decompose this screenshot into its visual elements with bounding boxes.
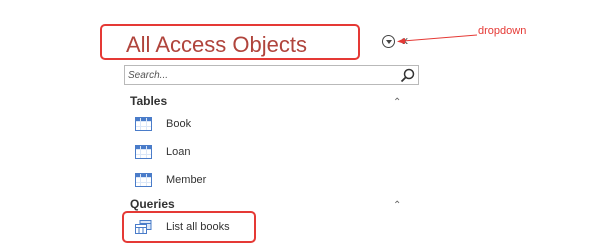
collapse-group-queries-icon[interactable]: ⌃ [393, 200, 401, 212]
search-box [124, 65, 419, 85]
table-icon [135, 173, 152, 187]
title-highlight-box [100, 24, 360, 60]
group-header-queries[interactable]: Queries [130, 197, 175, 211]
annotation-label: dropdown [478, 25, 527, 37]
search-input[interactable] [128, 67, 388, 83]
annotation-arrow [397, 34, 477, 44]
navigation-pane: All Access Objects « dropdown Tables ⌃ B… [0, 0, 598, 244]
table-icon [135, 117, 152, 131]
table-item-label: Book [166, 118, 192, 130]
query-item-label: List all books [166, 221, 230, 233]
collapse-group-tables-icon[interactable]: ⌃ [393, 97, 401, 109]
table-item-label: Member [166, 174, 207, 186]
circle-chevron-down-icon[interactable] [382, 35, 395, 48]
query-icon [135, 220, 152, 234]
table-item-label: Loan [166, 146, 191, 158]
table-icon [135, 145, 152, 159]
search-icon[interactable] [399, 67, 416, 84]
group-header-tables[interactable]: Tables [130, 94, 167, 108]
